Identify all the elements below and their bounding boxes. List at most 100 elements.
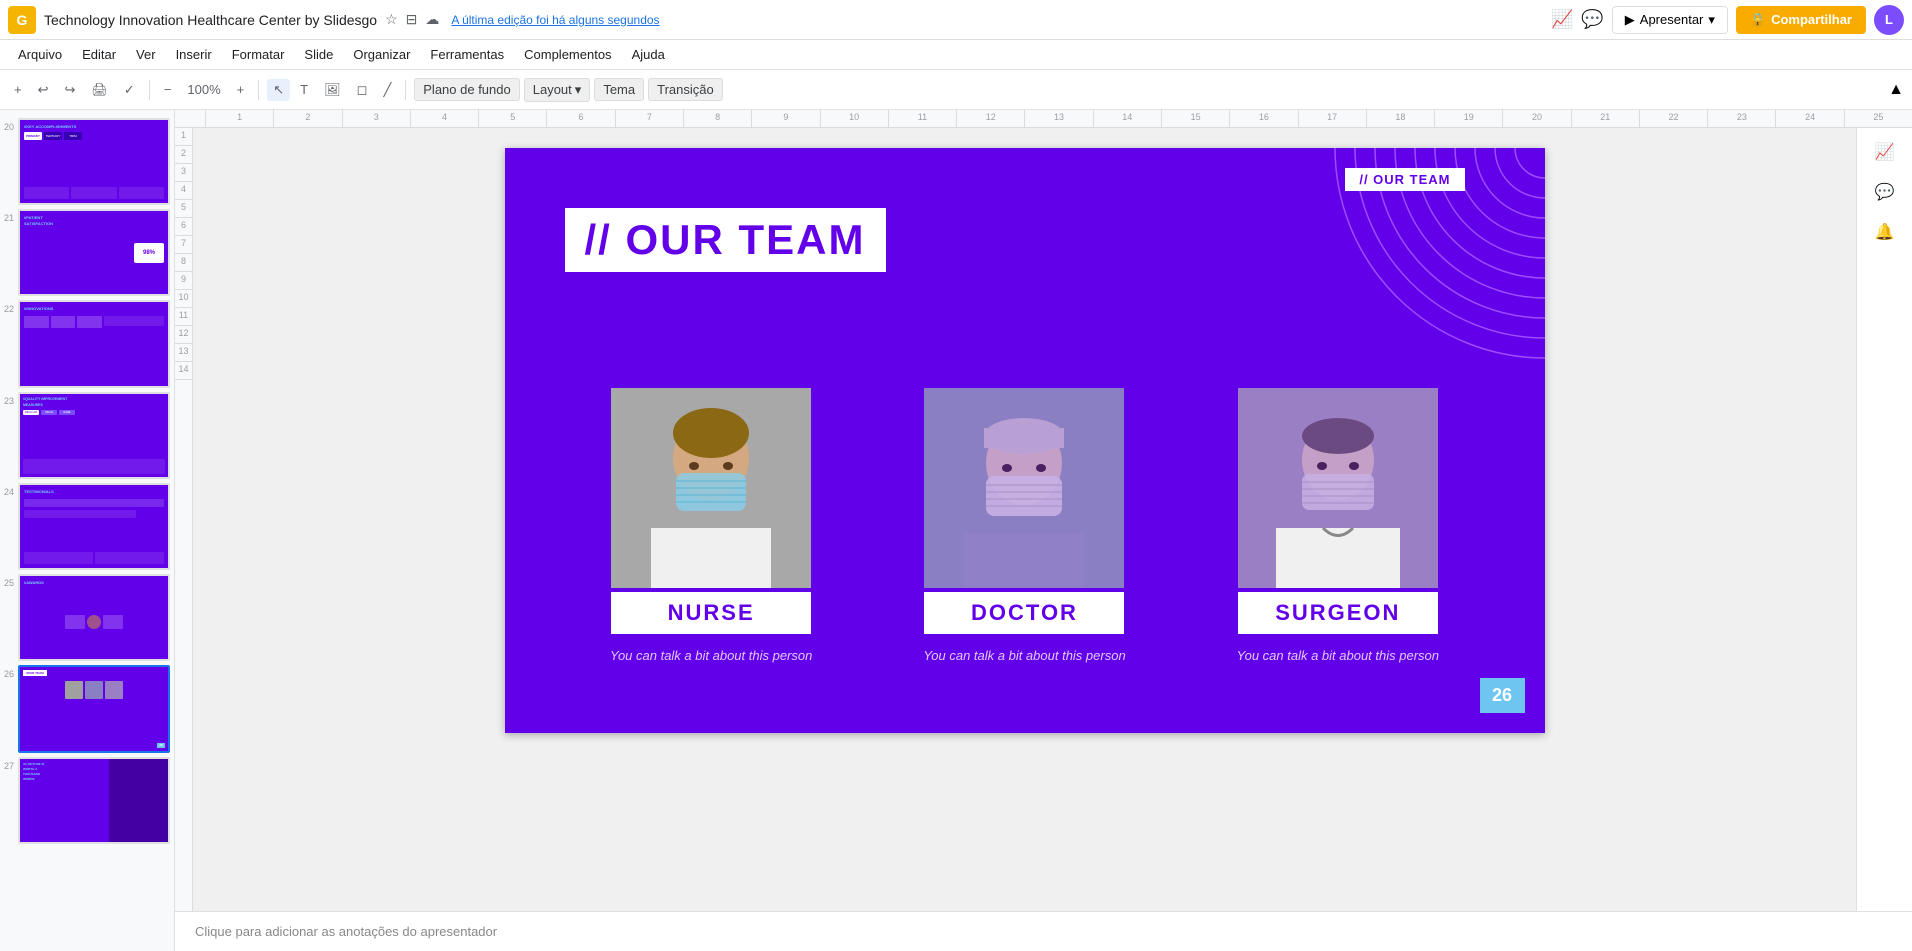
menu-bar: Arquivo Editar Ver Inserir Formatar Slid… <box>0 40 1912 70</box>
trending-icon: 📈 <box>1551 9 1573 30</box>
sidebar-slide-22[interactable]: //INNOVATIONS <box>18 300 170 387</box>
slide-num-27: 27 <box>4 757 14 771</box>
nurse-role-box[interactable]: NURSE <box>611 592 811 634</box>
toolbar-undo[interactable]: ↩ <box>32 79 55 101</box>
sidebar-slide-24[interactable]: TESTIMONIALS <box>18 483 170 570</box>
title-prefix: // <box>585 216 612 263</box>
toolbar-print[interactable]: 🖨 <box>85 79 114 101</box>
menu-inserir[interactable]: Inserir <box>168 45 220 64</box>
autosave-text: A última edição foi há alguns segundos <box>451 13 659 27</box>
slide-title: // OUR TEAM <box>585 216 866 263</box>
star-icon[interactable]: ☆ <box>385 11 398 28</box>
page-number: 26 <box>1480 678 1525 713</box>
surgeon-role-box[interactable]: SURGEON <box>1238 592 1438 634</box>
menu-editar[interactable]: Editar <box>74 45 124 64</box>
team-members: NURSE You can talk a bit about this pers… <box>505 388 1545 666</box>
slide-num-26: 26 <box>4 665 14 679</box>
right-panel: 📈 💬 🔔 <box>1856 128 1912 911</box>
slide-num-20: 20 <box>4 118 14 132</box>
menu-arquivo[interactable]: Arquivo <box>10 45 70 64</box>
toolbar: + ↩ ↪ 🖨 ✓ − 100% + ↖ T 🖼 ◻ ╱ Plano de fu… <box>0 70 1912 110</box>
top-right-actions: 📈 💬 ▶ Apresentar ▾ 🔒 Compartilhar L <box>1551 5 1904 35</box>
sidebar: 20 //KEY ACCOMPLISHMENTS PRIMARY TERTIAR… <box>0 110 175 951</box>
surgeon-desc: You can talk a bit about this person <box>1237 646 1439 666</box>
avatar[interactable]: L <box>1874 5 1904 35</box>
presenter-notes[interactable]: Clique para adicionar as anotações do ap… <box>175 911 1912 951</box>
ruler-horizontal: 1 2 3 4 5 6 7 8 9 10 11 12 13 14 15 16 1… <box>175 110 1912 128</box>
slide-canvas[interactable]: // OUR TEAM // OUR TEAM <box>505 148 1545 733</box>
separator3 <box>405 80 406 100</box>
doctor-role-box[interactable]: DOCTOR <box>924 592 1124 634</box>
right-panel-notification[interactable]: 🔔 <box>1869 216 1901 248</box>
menu-ver[interactable]: Ver <box>128 45 164 64</box>
main-layout: 20 //KEY ACCOMPLISHMENTS PRIMARY TERTIAR… <box>0 110 1912 951</box>
toolbar-image[interactable]: 🖼 <box>318 79 347 101</box>
doctor-desc: You can talk a bit about this person <box>923 646 1125 666</box>
canvas-wrapper: 1 2 3 4 5 6 7 8 9 10 11 12 13 14 15 16 1… <box>175 110 1912 951</box>
member-photo-nurse[interactable] <box>611 388 811 588</box>
team-member-nurse: NURSE You can talk a bit about this pers… <box>565 388 858 666</box>
ruler-vertical: 1 2 3 4 5 6 7 8 9 10 11 12 13 14 <box>175 128 193 911</box>
right-panel-trending[interactable]: 📈 <box>1869 136 1901 168</box>
app-logo: G <box>8 6 36 34</box>
team-member-doctor: DOCTOR You can talk a bit about this per… <box>878 388 1171 666</box>
team-member-surgeon: SURGEON You can talk a bit about this pe… <box>1191 388 1484 666</box>
collapse-btn[interactable]: ▲ <box>1888 81 1904 99</box>
toolbar-zoom-out[interactable]: − <box>158 79 178 100</box>
toolbar-redo[interactable]: ↪ <box>59 79 82 101</box>
menu-ferramentas[interactable]: Ferramentas <box>422 45 512 64</box>
toolbar-line[interactable]: ╱ <box>377 79 397 101</box>
surgeon-role: SURGEON <box>1275 600 1400 625</box>
toolbar-spellcheck[interactable]: ✓ <box>118 79 141 101</box>
sidebar-slide-26[interactable]: //OUR TEAM 26 <box>18 665 170 752</box>
doc-title: Technology Innovation Healthcare Center … <box>44 12 377 28</box>
slide-num-22: 22 <box>4 300 14 314</box>
toolbar-shapes[interactable]: ◻ <box>351 79 374 101</box>
sidebar-slide-25[interactable]: //AWARDS <box>18 574 170 661</box>
member-photo-doctor[interactable] <box>924 388 1124 588</box>
toolbar-add[interactable]: + <box>8 79 28 100</box>
slide-title-box[interactable]: // OUR TEAM <box>565 208 886 272</box>
present-icon: ▶ <box>1625 12 1635 28</box>
menu-slide[interactable]: Slide <box>296 45 341 64</box>
right-panel-comment[interactable]: 💬 <box>1869 176 1901 208</box>
toolbar-background[interactable]: Plano de fundo <box>414 78 519 101</box>
share-button[interactable]: 🔒 Compartilhar <box>1736 6 1866 34</box>
toolbar-layout[interactable]: Layout ▾ <box>524 78 591 102</box>
toolbar-zoom-in[interactable]: + <box>231 79 251 100</box>
layout-dropdown-icon: ▾ <box>575 82 582 98</box>
slide-num-24: 24 <box>4 483 14 497</box>
cloud-icon[interactable]: ☁ <box>425 11 439 28</box>
menu-formatar[interactable]: Formatar <box>224 45 293 64</box>
separator1 <box>149 80 150 100</box>
canvas-scroll[interactable]: // OUR TEAM // OUR TEAM <box>193 128 1856 911</box>
sidebar-slide-27[interactable]: //A PICTURE IS WORTH A THOUSAND WORDS <box>18 757 170 844</box>
toolbar-cursor[interactable]: ↖ <box>267 79 290 101</box>
toolbar-theme[interactable]: Tema <box>594 78 644 101</box>
sidebar-slide-21[interactable]: //PATIENT SATISFACTION 98% <box>18 209 170 296</box>
slide-num-23: 23 <box>4 392 14 406</box>
doctor-role: DOCTOR <box>971 600 1078 625</box>
member-photo-surgeon[interactable] <box>1238 388 1438 588</box>
nurse-desc: You can talk a bit about this person <box>610 646 812 666</box>
sidebar-slide-23[interactable]: //QUALITY IMPROVEMENT MEASURES REGULAR V… <box>18 392 170 479</box>
toolbar-zoom-level[interactable]: 100% <box>181 79 226 100</box>
slide-top-label: // OUR TEAM <box>1345 168 1464 191</box>
toolbar-transition[interactable]: Transição <box>648 78 723 101</box>
slide-num-25: 25 <box>4 574 14 588</box>
toolbar-textbox[interactable]: T <box>294 79 314 100</box>
sidebar-slide-20[interactable]: //KEY ACCOMPLISHMENTS PRIMARY TERTIARY T… <box>18 118 170 205</box>
folder-icon[interactable]: ⊟ <box>406 11 418 28</box>
menu-ajuda[interactable]: Ajuda <box>624 45 673 64</box>
nurse-role: NURSE <box>668 600 755 625</box>
lock-icon: 🔒 <box>1750 12 1766 28</box>
menu-complementos[interactable]: Complementos <box>516 45 619 64</box>
separator2 <box>258 80 259 100</box>
menu-organizar[interactable]: Organizar <box>345 45 418 64</box>
comment-icon: 💬 <box>1581 9 1603 30</box>
title-main: OUR TEAM <box>612 216 866 263</box>
present-button[interactable]: ▶ Apresentar ▾ <box>1612 6 1728 34</box>
top-bar: G Technology Innovation Healthcare Cente… <box>0 0 1912 40</box>
slide-num-21: 21 <box>4 209 14 223</box>
present-dropdown-icon: ▾ <box>1708 12 1715 28</box>
